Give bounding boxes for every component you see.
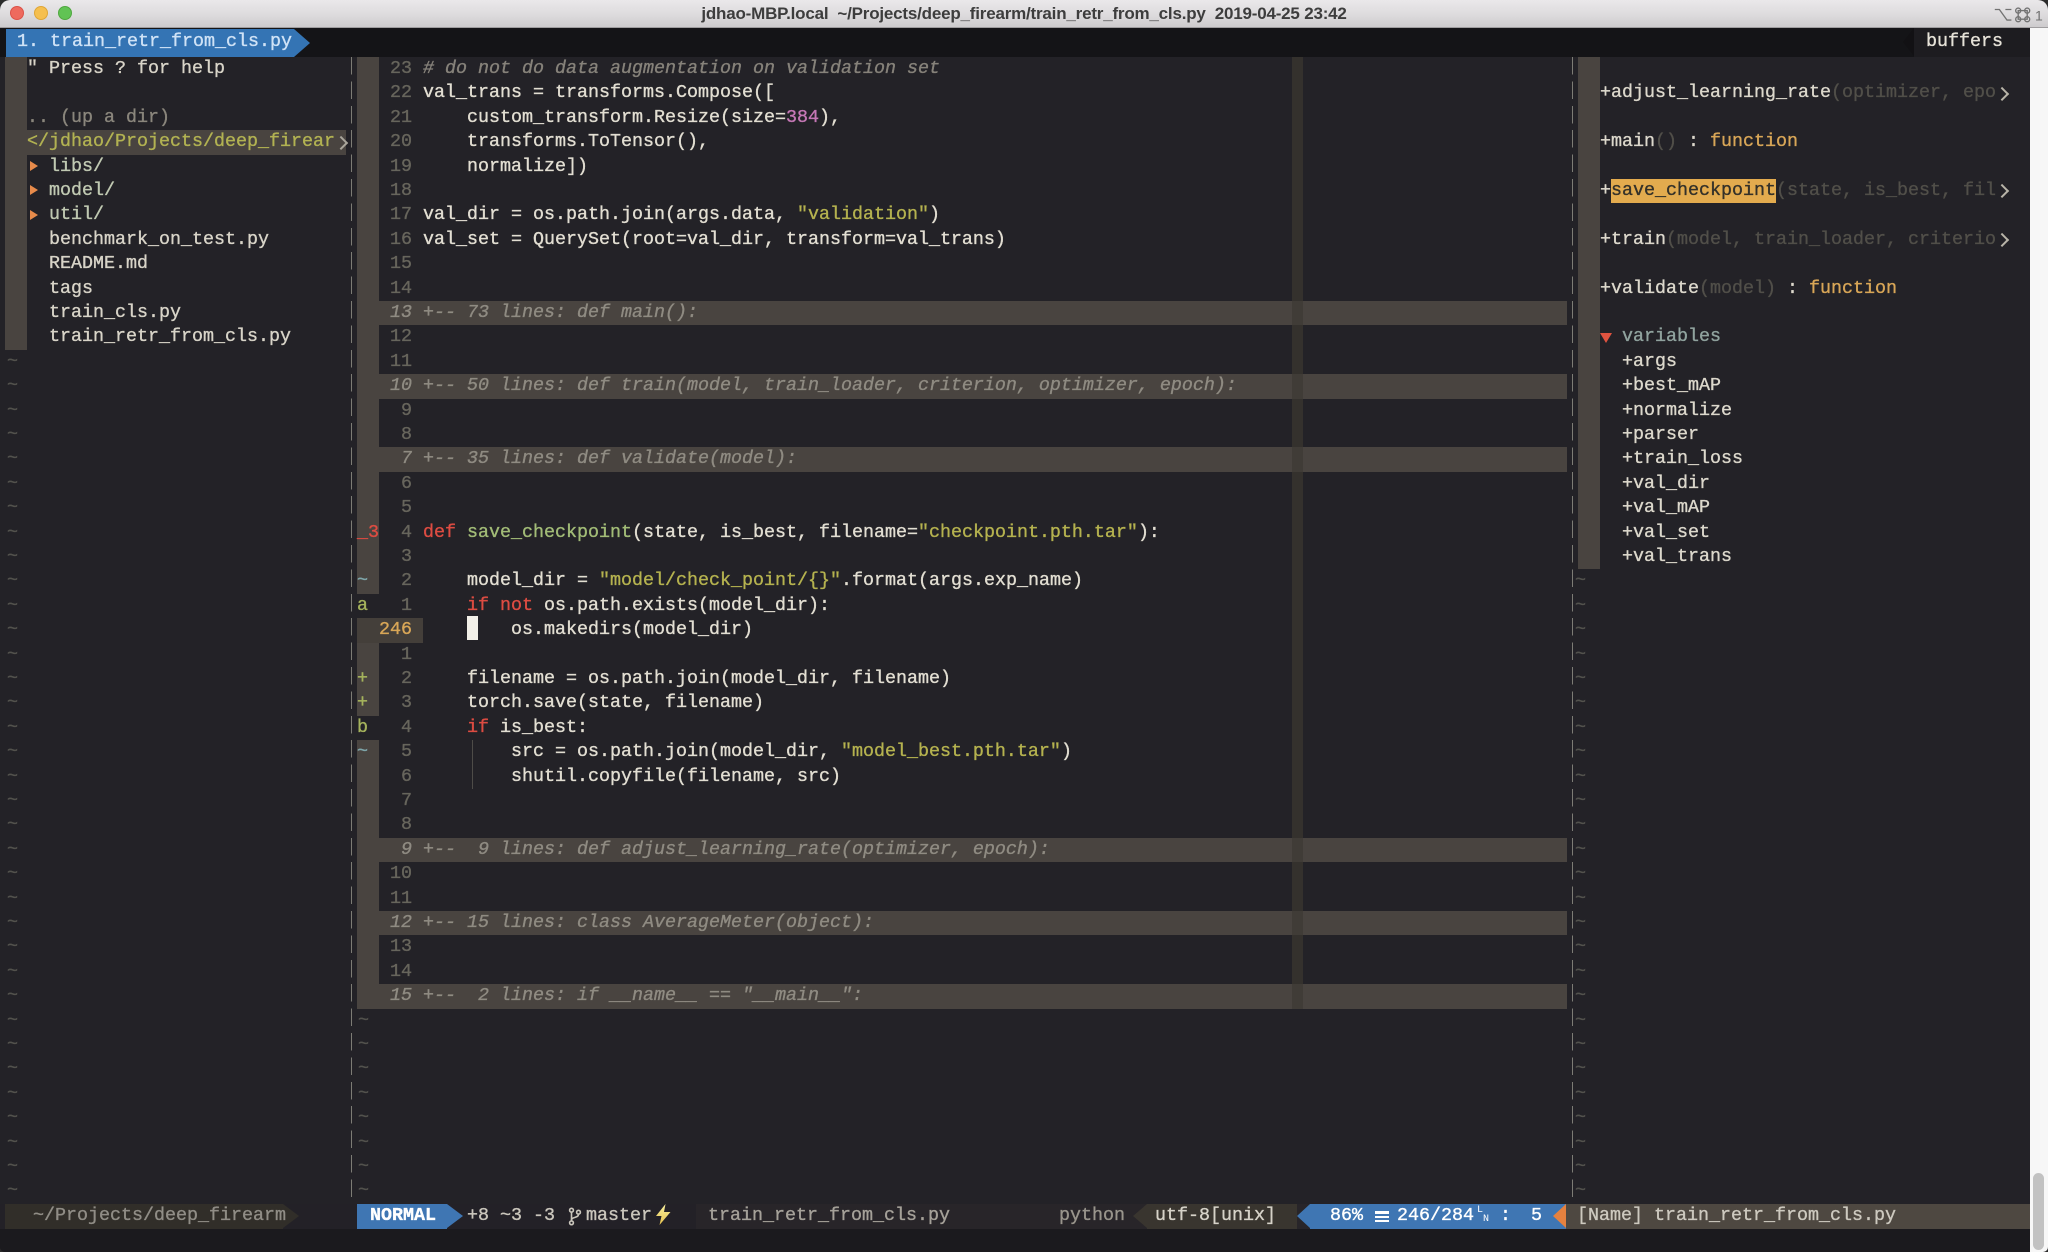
svg-text:1: 1	[2035, 8, 2043, 24]
